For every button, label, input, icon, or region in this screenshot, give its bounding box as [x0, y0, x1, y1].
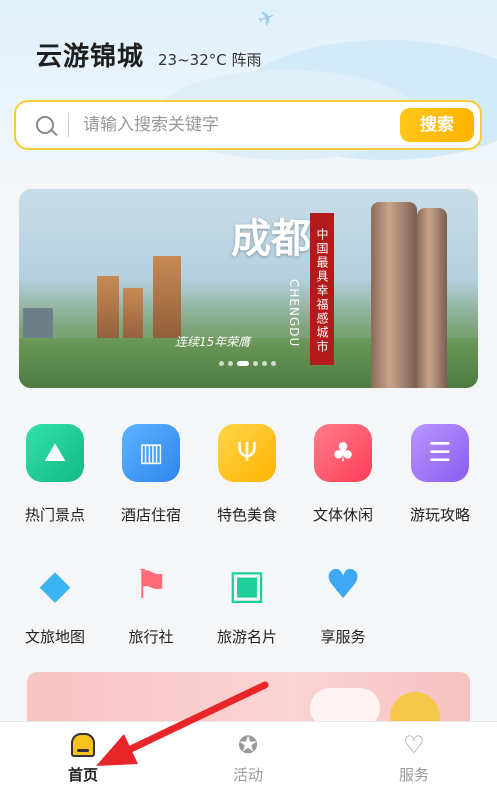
service-item-travel-agency[interactable]: ⚑ 旅行社: [103, 556, 199, 647]
carousel-indicator: [219, 361, 276, 366]
card-badge-icon: ▣: [228, 562, 266, 608]
carousel-dot[interactable]: [228, 361, 233, 366]
banner-headline: 成都: [231, 215, 311, 262]
map-gem-icon: ◆: [39, 562, 71, 608]
tab-service[interactable]: ♡ 服务: [354, 722, 474, 791]
weather-info: 23~32°C 阵雨: [158, 51, 262, 69]
banner-tower: [417, 208, 447, 388]
home-icon: [23, 730, 143, 760]
search-icon: [36, 116, 54, 134]
service-label: 旅行社: [128, 628, 174, 646]
banner-vertical-slogan: 中国最具幸福感城市: [310, 213, 334, 365]
service-label: 旅游名片: [216, 628, 277, 646]
carousel-dot-active[interactable]: [237, 361, 249, 366]
service-label: 游玩攻略: [409, 506, 470, 524]
search-input[interactable]: [83, 115, 383, 135]
tab-home[interactable]: 首页: [23, 722, 143, 791]
carousel-dot[interactable]: [219, 361, 224, 366]
search-divider: [68, 113, 69, 137]
service-label: 享服务: [320, 628, 366, 646]
heart-icon: ♥: [325, 562, 361, 608]
carousel-dot[interactable]: [262, 361, 267, 366]
guide-document-icon: ☰: [411, 424, 469, 482]
star-circle-icon: ✪: [237, 731, 259, 759]
service-item-guide[interactable]: ☰ 游玩攻略: [392, 424, 488, 525]
service-label: 酒店住宿: [120, 506, 181, 524]
heart-outline-icon: ♡: [403, 731, 425, 759]
hotel-building-icon: ▥: [122, 424, 180, 482]
service-item-hotel[interactable]: ▥ 酒店住宿: [103, 424, 199, 525]
service-item-enjoy-service[interactable]: ♥ 享服务: [295, 556, 391, 647]
service-item-food[interactable]: Ψ 特色美食: [199, 424, 295, 525]
tab-label: 服务: [398, 766, 429, 784]
service-label: 热门景点: [24, 506, 85, 524]
service-item-map[interactable]: ◆ 文旅地图: [7, 556, 103, 647]
title-row: 云游锦城 23~32°C 阵雨: [36, 36, 262, 73]
search-button[interactable]: 搜索: [400, 108, 474, 142]
tab-activity[interactable]: ✪ 活动: [188, 722, 308, 791]
service-label: 文旅地图: [24, 628, 85, 646]
tab-label: 活动: [232, 766, 263, 784]
carousel-dot[interactable]: [253, 361, 258, 366]
carousel-dot[interactable]: [271, 361, 276, 366]
banner-slogan: 连续15年荣膺: [175, 335, 251, 349]
flag-star-icon: ⚑: [133, 562, 169, 608]
airplane-icon: ✈: [254, 3, 279, 33]
header-background: ✈: [0, 0, 497, 190]
search-bar[interactable]: 搜索: [14, 100, 482, 150]
service-item-leisure[interactable]: ♣ 文体休闲: [295, 424, 391, 525]
service-item-travel-card[interactable]: ▣ 旅游名片: [199, 556, 295, 647]
bottom-tab-bar: 首页 ✪ 活动 ♡ 服务: [0, 721, 497, 791]
service-item-hot-scenic[interactable]: ⛰ 热门景点: [7, 424, 103, 525]
palm-beach-icon: ♣: [314, 424, 372, 482]
service-label: 文体休闲: [312, 506, 373, 524]
fork-spoon-icon: Ψ: [218, 424, 276, 482]
banner-tower: [371, 202, 417, 388]
mountain-photo-icon: ⛰: [26, 424, 84, 482]
banner-subtitle: CHENGDU: [287, 279, 301, 348]
service-label: 特色美食: [216, 506, 277, 524]
app-title: 云游锦城: [36, 42, 145, 72]
banner-carousel[interactable]: 成都 CHENGDU 中国最具幸福感城市 连续15年荣膺: [19, 189, 478, 388]
tab-label: 首页: [67, 766, 98, 784]
